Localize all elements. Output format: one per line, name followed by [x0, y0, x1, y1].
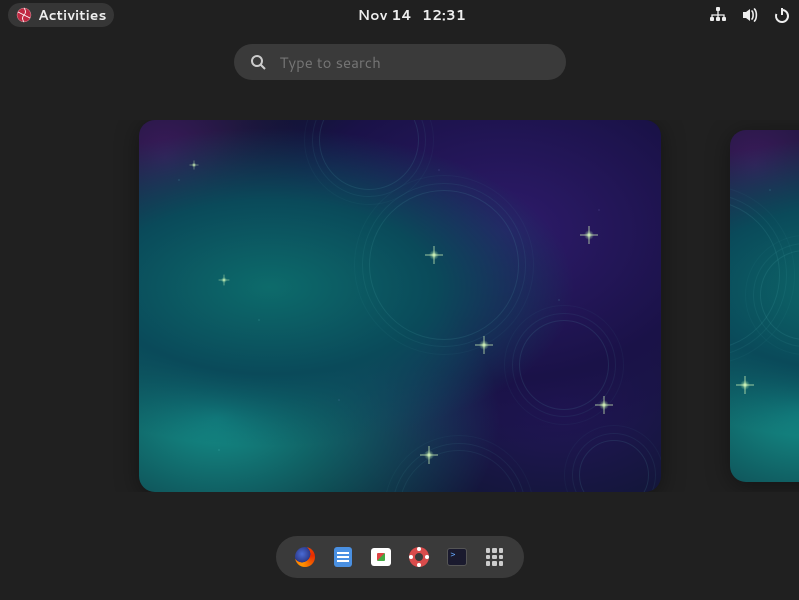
top-bar: Activities Nov 14 12:31 [0, 0, 799, 30]
search-bar[interactable] [234, 44, 566, 80]
dock-item-terminal[interactable] [446, 546, 468, 568]
activities-label: Activities [38, 5, 106, 25]
system-status-area[interactable] [709, 6, 791, 24]
search-input[interactable] [280, 52, 550, 73]
time-label: 12:31 [422, 5, 466, 25]
grid-icon [486, 548, 504, 566]
search-icon [250, 54, 266, 70]
network-icon[interactable] [709, 6, 727, 24]
volume-icon[interactable] [741, 6, 759, 24]
wallpaper [139, 120, 661, 492]
help-icon [409, 547, 429, 567]
dock-item-show-applications[interactable] [484, 546, 506, 568]
dock-item-software[interactable] [370, 546, 392, 568]
terminal-icon [447, 548, 467, 566]
power-icon[interactable] [773, 6, 791, 24]
software-icon [371, 548, 391, 566]
workspace-thumbnail-1[interactable] [139, 120, 661, 492]
activities-button[interactable]: Activities [8, 3, 114, 27]
dock-item-help[interactable] [408, 546, 430, 568]
workspace-overview [0, 120, 799, 492]
workspace-thumbnail-2[interactable] [730, 130, 799, 482]
activities-logo-icon [16, 7, 32, 23]
search-row [0, 44, 799, 80]
dock-item-firefox[interactable] [294, 546, 316, 568]
files-icon [334, 547, 352, 567]
firefox-icon [295, 547, 315, 567]
dock-item-files[interactable] [332, 546, 354, 568]
date-label: Nov 14 [358, 5, 412, 25]
clock[interactable]: Nov 14 12:31 [358, 5, 466, 25]
wallpaper [730, 130, 799, 482]
dash [276, 536, 524, 578]
